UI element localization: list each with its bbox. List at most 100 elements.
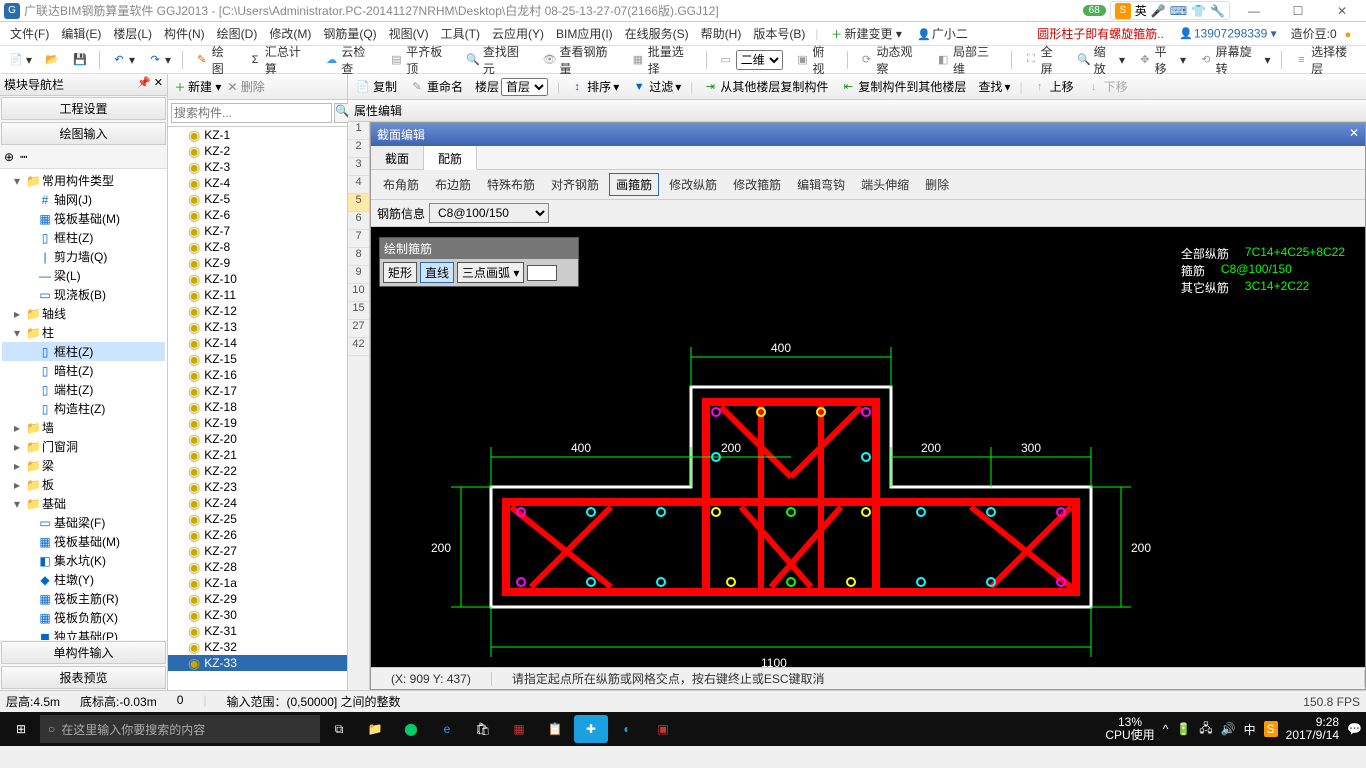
tb-app-2[interactable]: ⬤	[394, 715, 428, 743]
sub-2[interactable]: 特殊布筋	[481, 174, 541, 195]
tb-viewsteel[interactable]: 👁查看钢筋量	[538, 41, 622, 79]
tb-dim[interactable]: ▭二维	[714, 48, 787, 72]
rebar-info-select[interactable]: C8@100/150	[429, 203, 549, 223]
component-search-input[interactable]	[171, 103, 332, 123]
tb2-rename[interactable]: ✎重命名	[406, 77, 466, 96]
tb-flat[interactable]: ▤平齐板顶	[385, 41, 458, 79]
sub-1[interactable]: 布边筋	[429, 174, 477, 195]
tb2-copyfrom[interactable]: ⇥从其他楼层复制构件	[699, 77, 831, 96]
sub-8[interactable]: 端头伸缩	[855, 174, 915, 195]
tray-up-icon[interactable]: ^	[1163, 722, 1169, 736]
system-tray[interactable]: 13%CPU使用 ^ 🔋 🖧 🔊 中 S 9:282017/9/14 💬	[1105, 716, 1362, 742]
panel-close-icon[interactable]: ✕	[1349, 126, 1359, 143]
taskbar-search[interactable]: ○ 在这里输入你要搜索的内容	[40, 715, 320, 743]
menu-帮助(H)[interactable]: 帮助(H)	[695, 25, 748, 43]
menu-编辑(E)[interactable]: 编辑(E)	[55, 25, 107, 43]
draw-rect[interactable]: 矩形	[383, 262, 417, 283]
nav-tab-project[interactable]: 工程设置	[1, 97, 166, 120]
component-item[interactable]: ◉KZ-10	[168, 271, 347, 287]
tb-app-6[interactable]: 📋	[538, 715, 572, 743]
component-item[interactable]: ◉KZ-31	[168, 623, 347, 639]
floor-select[interactable]: 首层	[501, 78, 548, 96]
tree-item[interactable]: ▾📁常用构件类型	[2, 171, 165, 190]
tree-item[interactable]: ◆柱墩(Y)	[2, 570, 165, 589]
component-item[interactable]: ◉KZ-23	[168, 479, 347, 495]
tb2-find[interactable]: 查找 ▾	[975, 77, 1013, 96]
tab-rebar[interactable]: 配筋	[424, 146, 477, 170]
ime-skin-icon[interactable]: 👕	[1191, 4, 1206, 18]
tree-item[interactable]: ▯端柱(Z)	[2, 380, 165, 399]
tb-app-3[interactable]: e	[430, 715, 464, 743]
tree-item[interactable]: |剪力墙(Q)	[2, 247, 165, 266]
tb2-copy[interactable]: 📄复制	[352, 77, 400, 96]
pin-icon[interactable]: 📌 ✕	[137, 76, 163, 93]
nav-tab-draw[interactable]: 绘图输入	[1, 122, 166, 145]
tray-network-icon[interactable]: 🖧	[1199, 719, 1212, 740]
component-item[interactable]: ◉KZ-9	[168, 255, 347, 271]
tb-batch[interactable]: ▦批量选择	[626, 41, 699, 79]
component-item[interactable]: ◉KZ-11	[168, 287, 347, 303]
tb2-copyto[interactable]: ⇤复制构件到其他楼层	[837, 77, 969, 96]
component-item[interactable]: ◉KZ-26	[168, 527, 347, 543]
tray-volume-icon[interactable]: 🔊	[1221, 722, 1236, 736]
component-item[interactable]: ◉KZ-12	[168, 303, 347, 319]
tb-dyn[interactable]: ⟳动态观察	[855, 41, 928, 79]
mode-line-icon[interactable]: ┉	[20, 150, 27, 164]
component-item[interactable]: ◉KZ-18	[168, 399, 347, 415]
tree-item[interactable]: ▯暗柱(Z)	[2, 361, 165, 380]
component-item[interactable]: ◉KZ-8	[168, 239, 347, 255]
draw-color-swatch[interactable]	[527, 265, 557, 281]
close-button[interactable]: ✕	[1322, 4, 1362, 18]
tray-ime-icon[interactable]: 中	[1244, 721, 1256, 738]
tb-pan[interactable]: ✥平移 ▾	[1133, 41, 1190, 79]
tree-item[interactable]: ▦筏板负筋(X)	[2, 608, 165, 627]
ime-keyboard-icon[interactable]: ⌨	[1170, 4, 1187, 18]
component-item[interactable]: ◉KZ-19	[168, 415, 347, 431]
component-item[interactable]: ◉KZ-25	[168, 511, 347, 527]
tray-notifications-icon[interactable]: 💬	[1347, 722, 1362, 736]
tb-app-9[interactable]: ▣	[646, 715, 680, 743]
component-type-tree[interactable]: ▾📁常用构件类型#轴网(J)▦筏板基础(M)▯框柱(Z)|剪力墙(Q)—梁(L)…	[0, 169, 167, 640]
tree-item[interactable]: ▾📁柱	[2, 323, 165, 342]
tb-app-5[interactable]: ▦	[502, 715, 536, 743]
tb-app-4[interactable]: 🛍	[466, 715, 500, 743]
minimize-button[interactable]: —	[1234, 4, 1274, 18]
tb-undo[interactable]: ↶▾	[107, 50, 139, 70]
tree-item[interactable]: ▭现浇板(B)	[2, 285, 165, 304]
sub-7[interactable]: 编辑弯钩	[791, 174, 851, 195]
tray-clock[interactable]: 9:282017/9/14	[1286, 716, 1339, 742]
tb-bird[interactable]: ▣俯视	[791, 41, 840, 79]
mode-add-icon[interactable]: ⊕	[4, 150, 14, 164]
tb-open[interactable]: 📂	[40, 50, 64, 70]
nav-tab-report[interactable]: 报表预览	[1, 666, 166, 689]
tree-item[interactable]: ▭基础梁(F)	[2, 513, 165, 532]
component-item[interactable]: ◉KZ-1	[168, 127, 347, 143]
tb-selfloor[interactable]: ≡选择楼层	[1289, 41, 1362, 79]
draw-line[interactable]: 直线	[420, 262, 454, 283]
component-item[interactable]: ◉KZ-7	[168, 223, 347, 239]
sub-4[interactable]: 画箍筋	[609, 173, 659, 196]
tb-app-1[interactable]: 📁	[358, 715, 392, 743]
tb-new[interactable]: 📄▾	[4, 50, 36, 70]
component-item[interactable]: ◉KZ-3	[168, 159, 347, 175]
draw-arc[interactable]: 三点画弧 ▾	[457, 262, 524, 283]
tb-redo[interactable]: ↷▾	[143, 50, 175, 70]
tree-item[interactable]: #轴网(J)	[2, 190, 165, 209]
tray-sogou-icon[interactable]: S	[1264, 721, 1278, 737]
component-item[interactable]: ◉KZ-14	[168, 335, 347, 351]
tree-item[interactable]: ◧集水坑(K)	[2, 551, 165, 570]
component-item[interactable]: ◉KZ-30	[168, 607, 347, 623]
sub-3[interactable]: 对齐钢筋	[545, 174, 605, 195]
tree-item[interactable]: —梁(L)	[2, 266, 165, 285]
tb-sum[interactable]: Σ汇总计算	[243, 41, 316, 79]
tb-draw[interactable]: ✎绘图	[190, 41, 239, 79]
tb2-up[interactable]: ↑上移	[1029, 77, 1077, 96]
sub-6[interactable]: 修改箍筋	[727, 174, 787, 195]
dim-select[interactable]: 二维	[736, 50, 783, 70]
sub-9[interactable]: 删除	[919, 174, 955, 195]
component-item[interactable]: ◉KZ-15	[168, 351, 347, 367]
tb-full[interactable]: ⛶全屏	[1019, 41, 1068, 79]
tray-battery-icon[interactable]: 🔋	[1176, 722, 1191, 736]
component-item[interactable]: ◉KZ-4	[168, 175, 347, 191]
component-item[interactable]: ◉KZ-2	[168, 143, 347, 159]
